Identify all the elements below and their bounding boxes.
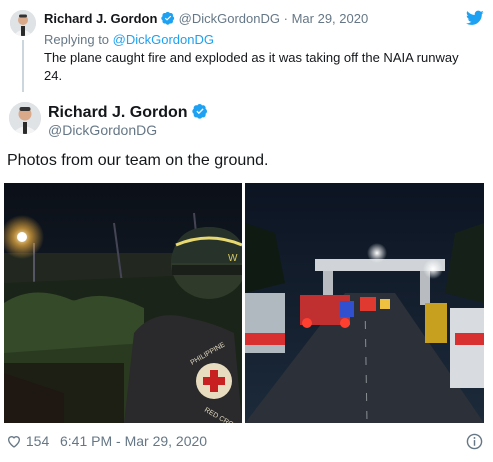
thread-line	[22, 40, 24, 92]
author-name[interactable]: Richard J. Gordon	[44, 11, 157, 26]
tweet-timestamp[interactable]: 6:41 PM - Mar 29, 2020	[60, 433, 207, 449]
avatar[interactable]	[10, 10, 36, 36]
tweet-photo-left[interactable]: W PHILIPPINE RED CROSS	[4, 183, 242, 423]
tweet-date[interactable]: Mar 29, 2020	[292, 11, 369, 26]
author-handle[interactable]: @DickGordonDG	[48, 122, 157, 138]
replying-to: Replying to @DickGordonDG	[44, 32, 214, 47]
reply-tweet-text: The plane caught fire and exploded as it…	[44, 50, 459, 83]
verified-badge-icon	[192, 103, 208, 124]
replying-prefix: Replying to	[44, 32, 113, 47]
heart-icon	[6, 433, 22, 452]
main-tweet-header: Richard J. Gordon	[48, 103, 208, 124]
author-name[interactable]: Richard J. Gordon	[48, 104, 188, 121]
like-count: 154	[25, 433, 50, 449]
tweet-photo-right[interactable]	[245, 183, 484, 423]
avatar[interactable]	[9, 102, 41, 134]
main-tweet-text: Photos from our team on the ground.	[7, 152, 269, 169]
verified-badge-icon	[161, 11, 175, 28]
reply-tweet-header: Richard J. Gordon @DickGordonDG · Mar 29…	[44, 11, 368, 28]
info-icon[interactable]	[466, 433, 483, 450]
svg-text:W: W	[228, 253, 238, 264]
replying-handle-link[interactable]: @DickGordonDG	[113, 32, 214, 47]
like-button[interactable]: 154	[6, 433, 49, 452]
twitter-bird-icon[interactable]	[466, 10, 484, 26]
author-handle[interactable]: @DickGordonDG	[179, 11, 280, 26]
separator-dot: ·	[283, 11, 288, 26]
